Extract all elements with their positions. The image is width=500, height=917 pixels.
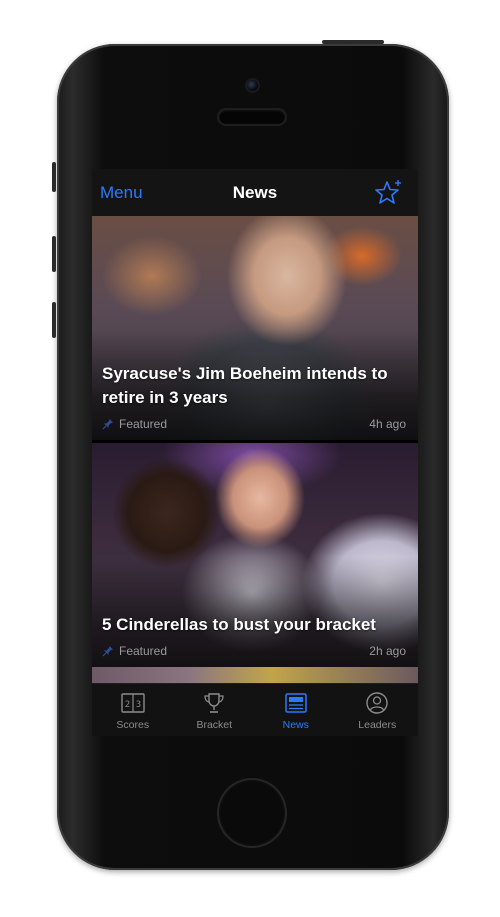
- article-headline: Syracuse's Jim Boeheim intends to retire…: [102, 364, 388, 407]
- article-meta: Featured 2h ago: [102, 644, 406, 658]
- article-headline: 5 Cinderellas to bust your bracket: [102, 615, 376, 634]
- app-screen: Menu News Syracuse's Jim Boeheim intends…: [92, 169, 418, 736]
- home-button[interactable]: [219, 780, 285, 846]
- person-icon: [366, 691, 388, 714]
- scoreboard-icon: 2 3: [121, 692, 145, 713]
- front-camera: [247, 80, 258, 91]
- tab-label: News: [282, 718, 309, 731]
- svg-text:2: 2: [125, 700, 130, 710]
- news-card[interactable]: Syracuse's Jim Boeheim intends to retire…: [92, 216, 418, 440]
- navigation-bar: Menu News: [92, 169, 418, 216]
- tab-news[interactable]: News: [255, 684, 337, 736]
- volume-up-button: [52, 236, 56, 272]
- volume-switch: [52, 162, 56, 192]
- article-tag: Featured: [119, 417, 168, 431]
- earpiece-speaker: [219, 110, 285, 124]
- pin-icon: [102, 646, 113, 657]
- tab-scores[interactable]: 2 3 Scores: [92, 684, 174, 736]
- tab-bracket[interactable]: Bracket: [174, 684, 256, 736]
- pin-icon: [102, 419, 113, 430]
- tab-label: Scores: [116, 718, 150, 731]
- article-time: 2h ago: [369, 644, 406, 658]
- tab-label: Bracket: [196, 718, 233, 731]
- news-card[interactable]: 5 Cinderellas to bust your bracket Featu…: [92, 443, 418, 667]
- next-article-preview[interactable]: [92, 667, 418, 683]
- power-button: [322, 40, 384, 44]
- article-tag: Featured: [119, 644, 168, 658]
- article-time: 4h ago: [369, 417, 406, 431]
- article-meta: Featured 4h ago: [102, 417, 406, 431]
- trophy-icon: [204, 692, 224, 713]
- svg-text:3: 3: [136, 700, 141, 710]
- newspaper-icon: [285, 692, 307, 713]
- tab-bar: 2 3 Scores Bracket News Leaders: [92, 683, 418, 736]
- volume-down-button: [52, 302, 56, 338]
- tab-leaders[interactable]: Leaders: [337, 684, 419, 736]
- page-title: News: [232, 182, 278, 202]
- menu-button[interactable]: Menu: [100, 183, 143, 203]
- star-plus-icon[interactable]: [374, 178, 404, 208]
- tab-label: Leaders: [358, 718, 397, 731]
